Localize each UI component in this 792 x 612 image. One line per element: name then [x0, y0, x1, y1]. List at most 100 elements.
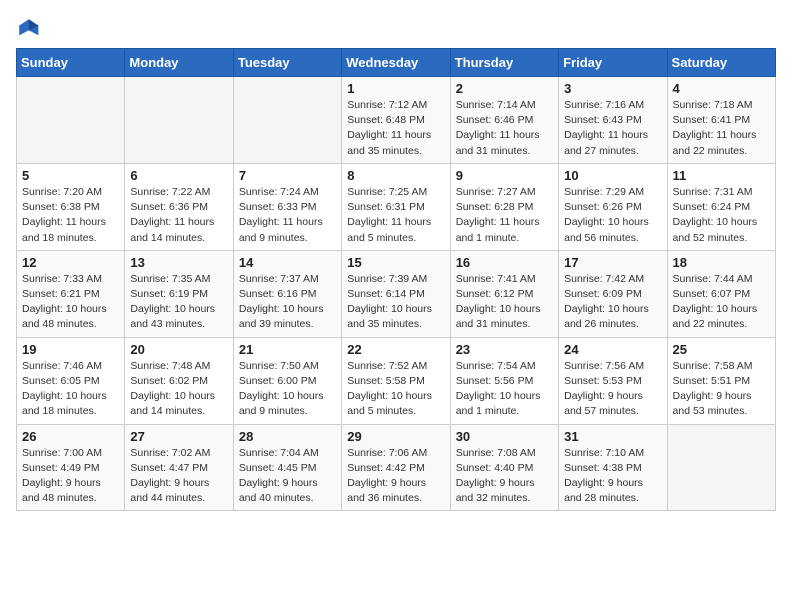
day-number: 2: [456, 81, 553, 96]
calendar-cell: 25 Sunrise: 7:58 AMSunset: 5:51 PMDayligh…: [667, 337, 775, 424]
calendar-cell: [667, 424, 775, 511]
weekday-header-sunday: Sunday: [17, 49, 125, 77]
calendar-cell: 19Sunrise: 7:46 AMSunset: 6:05 PMDayligh…: [17, 337, 125, 424]
calendar-week-4: 19Sunrise: 7:46 AMSunset: 6:05 PMDayligh…: [17, 337, 776, 424]
calendar-cell: 17 Sunrise: 7:42 AMSunset: 6:09 PMDayligh…: [559, 250, 667, 337]
day-info: Sunrise: 7:08 AMSunset: 4:40 PMDaylight:…: [456, 446, 553, 507]
day-info: Sunrise: 7:37 AMSunset: 6:16 PMDaylight:…: [239, 272, 336, 333]
day-number: 1: [347, 81, 444, 96]
day-info: Sunrise: 7:04 AMSunset: 4:45 PMDaylight:…: [239, 446, 336, 507]
day-number: 4: [673, 81, 770, 96]
calendar-cell: 31 Sunrise: 7:10 AMSunset: 4:38 PMDayligh…: [559, 424, 667, 511]
day-number: 16: [456, 255, 553, 270]
calendar-cell: 21 Sunrise: 7:50 AMSunset: 6:00 PMDayligh…: [233, 337, 341, 424]
calendar-body: 1 Sunrise: 7:12 AMSunset: 6:48 PMDaylight…: [17, 77, 776, 511]
day-info: Sunrise: 7:06 AMSunset: 4:42 PMDaylight:…: [347, 446, 444, 507]
weekday-header-thursday: Thursday: [450, 49, 558, 77]
weekday-header-tuesday: Tuesday: [233, 49, 341, 77]
calendar-cell: 27 Sunrise: 7:02 AMSunset: 4:47 PMDayligh…: [125, 424, 233, 511]
calendar-cell: 12Sunrise: 7:33 AMSunset: 6:21 PMDayligh…: [17, 250, 125, 337]
day-info: Sunrise: 7:41 AMSunset: 6:12 PMDaylight:…: [456, 272, 553, 333]
day-info: Sunrise: 7:52 AMSunset: 5:58 PMDaylight:…: [347, 359, 444, 420]
day-number: 15: [347, 255, 444, 270]
day-number: 18: [673, 255, 770, 270]
day-info: Sunrise: 7:42 AMSunset: 6:09 PMDaylight:…: [564, 272, 661, 333]
day-info: Sunrise: 7:44 AMSunset: 6:07 PMDaylight:…: [673, 272, 770, 333]
day-number: 17: [564, 255, 661, 270]
calendar-cell: 16 Sunrise: 7:41 AMSunset: 6:12 PMDayligh…: [450, 250, 558, 337]
calendar-cell: 29 Sunrise: 7:06 AMSunset: 4:42 PMDayligh…: [342, 424, 450, 511]
calendar-cell: 13 Sunrise: 7:35 AMSunset: 6:19 PMDayligh…: [125, 250, 233, 337]
calendar-cell: 20 Sunrise: 7:48 AMSunset: 6:02 PMDayligh…: [125, 337, 233, 424]
day-number: 14: [239, 255, 336, 270]
day-info: Sunrise: 7:27 AMSunset: 6:28 PMDaylight:…: [456, 185, 553, 246]
day-number: 29: [347, 429, 444, 444]
calendar-cell: 4 Sunrise: 7:18 AMSunset: 6:41 PMDaylight…: [667, 77, 775, 164]
day-number: 3: [564, 81, 661, 96]
weekday-header-friday: Friday: [559, 49, 667, 77]
day-number: 20: [130, 342, 227, 357]
day-number: 26: [22, 429, 119, 444]
calendar-cell: 18 Sunrise: 7:44 AMSunset: 6:07 PMDayligh…: [667, 250, 775, 337]
calendar-cell: 7Sunrise: 7:24 AMSunset: 6:33 PMDaylight…: [233, 163, 341, 250]
day-number: 27: [130, 429, 227, 444]
page-header: [16, 16, 776, 40]
calendar-cell: 11 Sunrise: 7:31 AMSunset: 6:24 PMDayligh…: [667, 163, 775, 250]
day-number: 10: [564, 168, 661, 183]
day-info: Sunrise: 7:58 AMSunset: 5:51 PMDaylight:…: [673, 359, 770, 420]
day-info: Sunrise: 7:16 AMSunset: 6:43 PMDaylight:…: [564, 98, 661, 159]
calendar-cell: 2 Sunrise: 7:14 AMSunset: 6:46 PMDaylight…: [450, 77, 558, 164]
day-number: 9: [456, 168, 553, 183]
day-info: Sunrise: 7:18 AMSunset: 6:41 PMDaylight:…: [673, 98, 770, 159]
logo: [16, 16, 44, 40]
calendar-cell: 24 Sunrise: 7:56 AMSunset: 5:53 PMDayligh…: [559, 337, 667, 424]
calendar-cell: 14 Sunrise: 7:37 AMSunset: 6:16 PMDayligh…: [233, 250, 341, 337]
day-info: Sunrise: 7:02 AMSunset: 4:47 PMDaylight:…: [130, 446, 227, 507]
calendar-cell: 15 Sunrise: 7:39 AMSunset: 6:14 PMDayligh…: [342, 250, 450, 337]
day-info: Sunrise: 7:12 AMSunset: 6:48 PMDaylight:…: [347, 98, 444, 159]
day-number: 7: [239, 168, 336, 183]
weekday-header-wednesday: Wednesday: [342, 49, 450, 77]
day-info: Sunrise: 7:20 AMSunset: 6:38 PMDaylight:…: [22, 185, 119, 246]
calendar-header: SundayMondayTuesdayWednesdayThursdayFrid…: [17, 49, 776, 77]
day-info: Sunrise: 7:10 AMSunset: 4:38 PMDaylight:…: [564, 446, 661, 507]
calendar-cell: 8Sunrise: 7:25 AMSunset: 6:31 PMDaylight…: [342, 163, 450, 250]
calendar-cell: 6 Sunrise: 7:22 AMSunset: 6:36 PMDaylight…: [125, 163, 233, 250]
calendar-week-3: 12Sunrise: 7:33 AMSunset: 6:21 PMDayligh…: [17, 250, 776, 337]
calendar-cell: 9 Sunrise: 7:27 AMSunset: 6:28 PMDaylight…: [450, 163, 558, 250]
day-number: 21: [239, 342, 336, 357]
day-info: Sunrise: 7:56 AMSunset: 5:53 PMDaylight:…: [564, 359, 661, 420]
calendar-cell: 22 Sunrise: 7:52 AMSunset: 5:58 PMDayligh…: [342, 337, 450, 424]
calendar-week-1: 1 Sunrise: 7:12 AMSunset: 6:48 PMDaylight…: [17, 77, 776, 164]
day-info: Sunrise: 7:35 AMSunset: 6:19 PMDaylight:…: [130, 272, 227, 333]
calendar-cell: 28 Sunrise: 7:04 AMSunset: 4:45 PMDayligh…: [233, 424, 341, 511]
day-info: Sunrise: 7:39 AMSunset: 6:14 PMDaylight:…: [347, 272, 444, 333]
logo-icon: [16, 16, 40, 40]
day-number: 11: [673, 168, 770, 183]
calendar-table: SundayMondayTuesdayWednesdayThursdayFrid…: [16, 48, 776, 511]
day-info: Sunrise: 7:00 AMSunset: 4:49 PMDaylight:…: [22, 446, 119, 507]
day-number: 28: [239, 429, 336, 444]
day-number: 24: [564, 342, 661, 357]
calendar-cell: [233, 77, 341, 164]
day-number: 13: [130, 255, 227, 270]
day-info: Sunrise: 7:29 AMSunset: 6:26 PMDaylight:…: [564, 185, 661, 246]
calendar-cell: 1 Sunrise: 7:12 AMSunset: 6:48 PMDaylight…: [342, 77, 450, 164]
day-number: 19: [22, 342, 119, 357]
calendar-week-2: 5Sunrise: 7:20 AMSunset: 6:38 PMDaylight…: [17, 163, 776, 250]
day-number: 30: [456, 429, 553, 444]
day-number: 6: [130, 168, 227, 183]
day-info: Sunrise: 7:50 AMSunset: 6:00 PMDaylight:…: [239, 359, 336, 420]
day-info: Sunrise: 7:22 AMSunset: 6:36 PMDaylight:…: [130, 185, 227, 246]
calendar-cell: 3 Sunrise: 7:16 AMSunset: 6:43 PMDaylight…: [559, 77, 667, 164]
day-info: Sunrise: 7:48 AMSunset: 6:02 PMDaylight:…: [130, 359, 227, 420]
day-number: 23: [456, 342, 553, 357]
day-number: 22: [347, 342, 444, 357]
day-info: Sunrise: 7:14 AMSunset: 6:46 PMDaylight:…: [456, 98, 553, 159]
day-number: 12: [22, 255, 119, 270]
day-info: Sunrise: 7:31 AMSunset: 6:24 PMDaylight:…: [673, 185, 770, 246]
day-number: 25: [673, 342, 770, 357]
day-number: 8: [347, 168, 444, 183]
day-number: 31: [564, 429, 661, 444]
day-info: Sunrise: 7:54 AMSunset: 5:56 PMDaylight:…: [456, 359, 553, 420]
